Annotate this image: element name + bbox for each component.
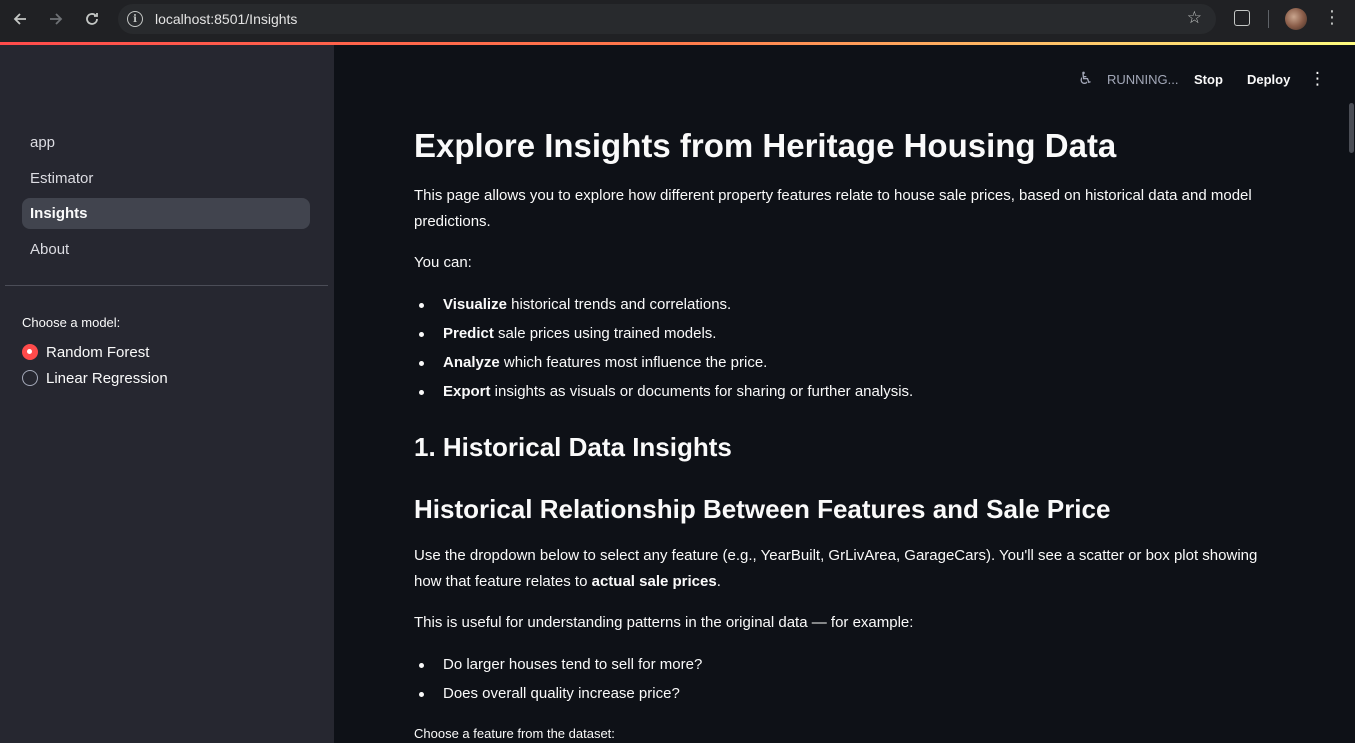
browser-toolbar: i localhost:8501/Insights ☆ ⋮	[0, 0, 1355, 42]
capabilities-list: Visualize historical trends and correlat…	[414, 295, 913, 411]
main-content: ♿ RUNNING... Stop Deploy ⋮ Explore Insig…	[334, 45, 1355, 743]
sidebar-item-label: Insights	[30, 205, 88, 222]
deploy-button[interactable]: Deploy	[1247, 72, 1290, 87]
questions-list: Do larger houses tend to sell for more? …	[414, 655, 702, 713]
sidebar-item-app[interactable]: app	[22, 127, 310, 158]
sidebar-item-label: Estimator	[30, 170, 94, 187]
running-man-icon: ♿	[1078, 69, 1094, 89]
arrow-right-icon[interactable]	[44, 7, 68, 31]
radio-random-forest[interactable]: Random Forest	[22, 342, 149, 362]
reload-icon[interactable]	[80, 7, 104, 31]
intro-paragraph: This page allows you to explore how diff…	[414, 187, 1252, 230]
useful-paragraph: This is useful for understanding pattern…	[414, 614, 914, 631]
browser-menu-icon[interactable]: ⋮	[1323, 8, 1341, 28]
stop-button[interactable]: Stop	[1194, 72, 1223, 87]
bookmark-star-icon[interactable]: ☆	[1187, 8, 1202, 28]
address-bar[interactable]: i localhost:8501/Insights ☆	[118, 4, 1216, 34]
radio-label: Random Forest	[46, 343, 150, 361]
radio-label: Linear Regression	[46, 369, 168, 387]
dropdown-explanation: Use the dropdown below to select any fea…	[414, 547, 1258, 590]
arrow-left-icon[interactable]	[8, 7, 32, 31]
list-item: Visualize historical trends and correlat…	[414, 295, 913, 324]
sidebar: app Estimator Insights About Choose a mo…	[0, 45, 334, 743]
radio-unchecked-icon[interactable]	[22, 370, 38, 386]
sidebar-item-insights[interactable]: Insights	[22, 198, 310, 229]
list-item: Does overall quality increase price?	[414, 684, 702, 713]
sidebar-item-about[interactable]: About	[22, 234, 310, 265]
main-menu-icon[interactable]: ⋮	[1309, 69, 1326, 89]
section-heading: 1. Historical Data Insights	[414, 432, 732, 462]
model-select-label: Choose a model:	[22, 315, 121, 330]
sidebar-item-estimator[interactable]: Estimator	[22, 163, 310, 194]
list-item: Predict sale prices using trained models…	[414, 324, 913, 353]
sidebar-item-label: About	[30, 241, 70, 258]
toolbar-divider	[1268, 10, 1269, 28]
list-item: Export insights as visuals or documents …	[414, 382, 913, 411]
site-info-icon[interactable]: i	[127, 11, 143, 27]
radio-linear-regression[interactable]: Linear Regression	[22, 368, 168, 388]
you-can-text: You can:	[414, 254, 472, 271]
feature-select-label: Choose a feature from the dataset:	[414, 726, 615, 741]
list-item: Do larger houses tend to sell for more?	[414, 655, 702, 684]
sidebar-divider	[5, 285, 328, 286]
list-item: Analyze which features most influence th…	[414, 353, 913, 382]
page-title: Explore Insights from Heritage Housing D…	[414, 127, 1117, 164]
radio-checked-icon[interactable]	[22, 344, 38, 360]
extensions-icon[interactable]	[1234, 10, 1250, 26]
url-text[interactable]: localhost:8501/Insights	[155, 11, 297, 27]
running-status: RUNNING...	[1107, 72, 1179, 87]
profile-avatar[interactable]	[1285, 8, 1307, 30]
sidebar-item-label: app	[30, 134, 56, 151]
subsection-heading: Historical Relationship Between Features…	[414, 494, 1111, 524]
scrollbar[interactable]	[1349, 103, 1354, 153]
